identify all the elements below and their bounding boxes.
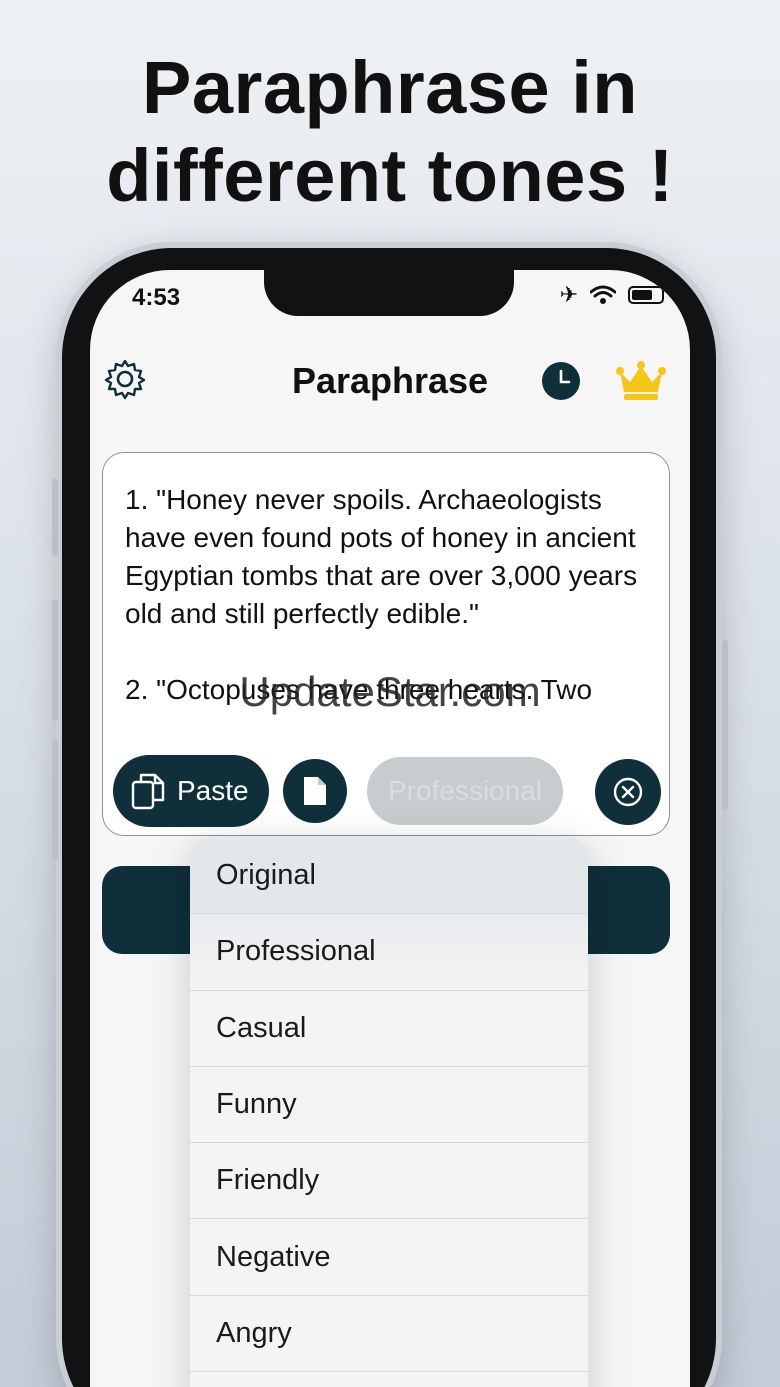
crown-icon[interactable] bbox=[616, 360, 666, 402]
page-title: Paraphrase bbox=[291, 360, 489, 401]
tone-option-angry[interactable]: Angry bbox=[190, 1296, 588, 1373]
headline-line-2: different tones ! bbox=[106, 134, 674, 217]
phone-side-button bbox=[722, 640, 728, 810]
tone-option-casual[interactable]: Casual bbox=[190, 991, 588, 1067]
paste-icon bbox=[131, 773, 165, 810]
navbar: Paraphrase bbox=[90, 348, 690, 412]
text-editor[interactable]: 1. "Honey never spoils. Archaeologists h… bbox=[102, 452, 670, 836]
document-button[interactable] bbox=[283, 759, 347, 823]
tone-option-original[interactable]: Original bbox=[190, 838, 588, 915]
tone-option-negative[interactable]: Negative bbox=[190, 1219, 588, 1296]
tone-option-funny[interactable]: Funny bbox=[190, 1067, 588, 1144]
clear-button[interactable] bbox=[595, 759, 661, 825]
phone-side-button bbox=[52, 600, 58, 720]
notch bbox=[264, 270, 514, 316]
phone-side-button bbox=[52, 478, 58, 556]
app-screen: 4:53 ✈ Paraphrase 1. "Honey never spoils… bbox=[90, 270, 690, 1387]
battery-icon bbox=[628, 286, 664, 304]
headline: Paraphrase in different tones ! bbox=[0, 44, 780, 220]
status-time: 4:53 bbox=[132, 284, 181, 311]
tone-select-button[interactable]: Professional bbox=[367, 757, 563, 825]
phone-side-button bbox=[52, 740, 58, 860]
clear-icon bbox=[613, 777, 643, 807]
tone-option-professional[interactable]: Professional bbox=[190, 914, 588, 991]
document-icon bbox=[304, 777, 326, 805]
status-icons: ✈ bbox=[560, 282, 664, 308]
paste-label: Paste bbox=[177, 775, 249, 806]
editor-toolbar: Paste Professional bbox=[103, 753, 671, 829]
tone-option-friendly[interactable]: Friendly bbox=[190, 1143, 588, 1220]
history-clock-icon[interactable] bbox=[542, 362, 580, 400]
headline-line-1: Paraphrase in bbox=[142, 46, 638, 129]
airplane-icon: ✈ bbox=[559, 282, 578, 307]
wifi-icon bbox=[590, 285, 616, 304]
paste-button[interactable]: Paste bbox=[113, 755, 269, 827]
tone-dropdown-menu: Original Professional Casual Funny Frien… bbox=[190, 838, 588, 1387]
watermark: UpdateStar.com bbox=[239, 668, 541, 715]
